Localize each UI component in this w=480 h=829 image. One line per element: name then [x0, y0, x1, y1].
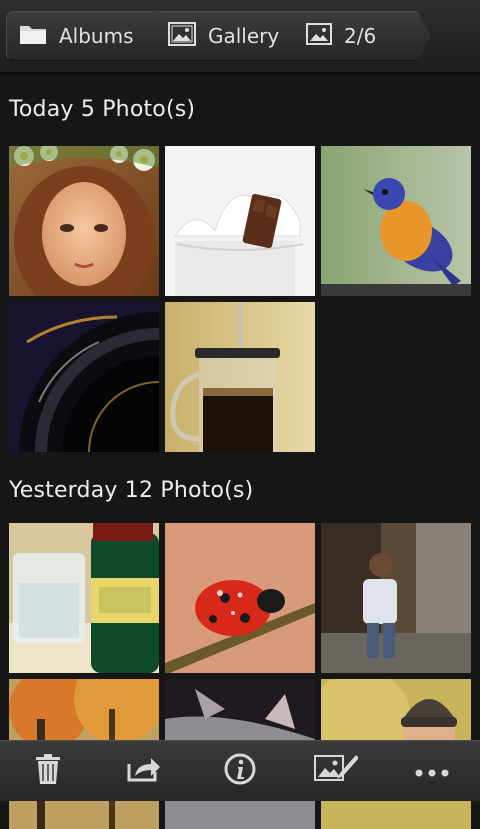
share-button[interactable] [96, 741, 192, 801]
breadcrumb-position[interactable]: 2/6 [292, 11, 431, 61]
more-button[interactable] [384, 741, 480, 801]
photo-thumb[interactable] [165, 302, 315, 452]
photo-thumb[interactable] [9, 523, 159, 673]
section-title-today: Today 5 Photo(s) [9, 97, 196, 122]
image-icon [168, 22, 196, 51]
delete-button[interactable] [0, 741, 96, 801]
edit-image-icon [314, 753, 359, 789]
photo-thumb[interactable] [321, 146, 471, 296]
photo-thumb[interactable] [9, 302, 159, 452]
photo-icon [306, 23, 332, 50]
breadcrumb-albums-label: Albums [59, 24, 134, 48]
share-icon [127, 756, 161, 786]
breadcrumb-bar: Albums Gallery 2/6 [0, 0, 480, 72]
breadcrumb-albums[interactable]: Albums [6, 11, 167, 61]
info-icon [224, 753, 256, 789]
photo-thumb[interactable] [9, 146, 159, 296]
section-title-yesterday: Yesterday 12 Photo(s) [9, 478, 254, 503]
photo-thumb[interactable] [165, 146, 315, 296]
edit-image-button[interactable] [288, 741, 384, 801]
breadcrumb-gallery-label: Gallery [208, 24, 280, 48]
bottom-toolbar [0, 740, 480, 801]
photo-thumb[interactable] [321, 523, 471, 673]
info-button[interactable] [192, 741, 288, 801]
trash-icon [35, 754, 61, 788]
folder-icon [19, 23, 47, 50]
more-icon [415, 762, 449, 781]
breadcrumb-position-label: 2/6 [344, 24, 377, 48]
breadcrumb-gallery[interactable]: Gallery [154, 11, 306, 61]
photo-thumb[interactable] [165, 523, 315, 673]
